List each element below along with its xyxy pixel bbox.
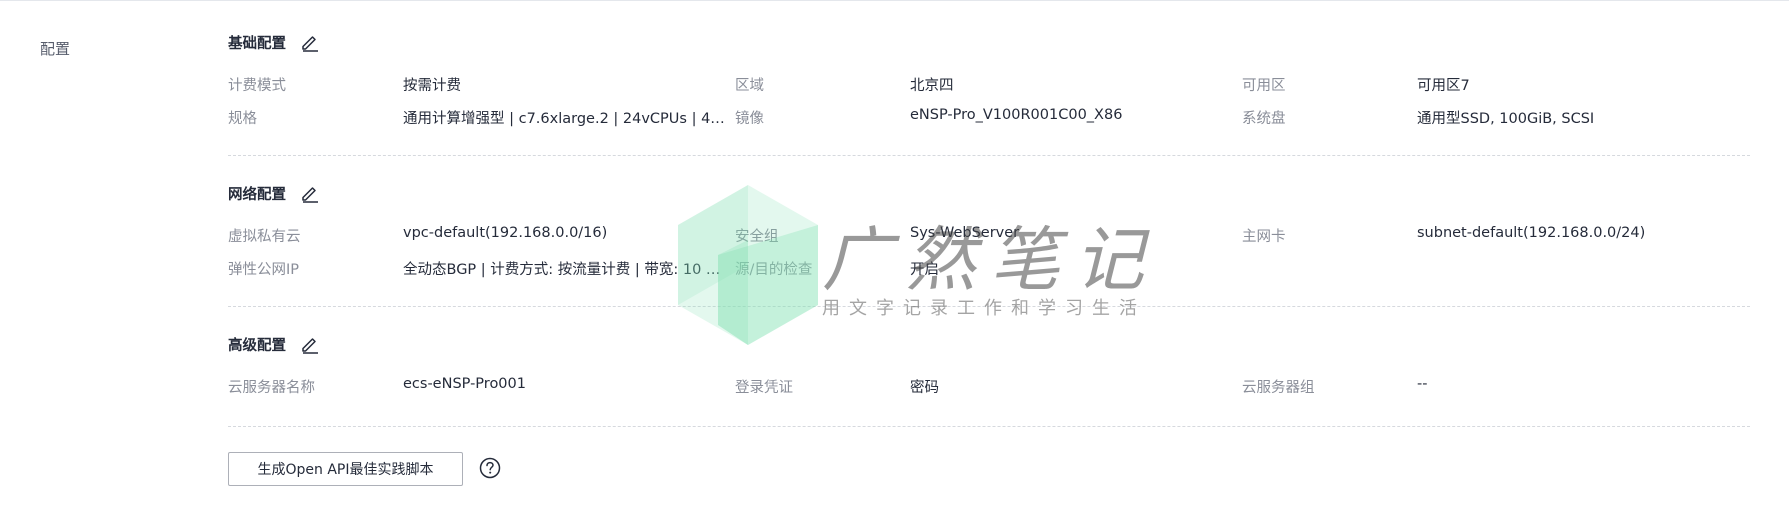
watermark-subtitle: 用文字记录工作和学习生活 (822, 298, 1146, 319)
info-row: 规格 通用计算增强型 | c7.6xlarge.2 | 24vCPUs | 48… (228, 107, 1750, 127)
section-basic-config: 基础配置 计费模式 按需计费 区域 北京四 可用区 可用区7 规格 通用计算增强… (228, 30, 1750, 128)
section-title-row: 网络配置 (228, 181, 1750, 205)
az-key: 可用区 (1242, 78, 1286, 94)
primary-nic-value: subnet-default(192.168.0.0/24) (1417, 225, 1646, 241)
section-title: 高级配置 (228, 337, 286, 354)
edit-pencil-icon[interactable] (300, 32, 320, 52)
az-value: 可用区7 (1417, 78, 1470, 94)
edit-pencil-icon[interactable] (300, 334, 320, 354)
info-row: 云服务器名称 ecs-eNSP-Pro001 登录凭证 密码 云服务器组 -- (228, 376, 1750, 396)
vpc-key: 虚拟私有云 (228, 229, 301, 245)
watermark-title: 广然笔记 (822, 219, 1158, 301)
server-name-value: ecs-eNSP-Pro001 (403, 376, 526, 392)
edit-pencil-icon[interactable] (300, 183, 320, 203)
eip-key: 弹性公网IP (228, 262, 300, 278)
section-divider (228, 155, 1750, 156)
section-title-row: 高级配置 (228, 332, 1750, 356)
server-group-value: -- (1417, 376, 1428, 392)
region-key: 区域 (735, 78, 764, 94)
section-advanced-config: 高级配置 云服务器名称 ecs-eNSP-Pro001 登录凭证 密码 云服务器… (228, 332, 1750, 397)
login-credential-value: 密码 (910, 380, 939, 396)
watermark-cube-logo (678, 185, 818, 345)
side-label-config: 配置 (40, 40, 71, 58)
disk-value: 通用型SSD, 100GiB, SCSI (1417, 111, 1595, 127)
section-divider (228, 426, 1750, 427)
flavor-value: 通用计算增强型 | c7.6xlarge.2 | 24vCPUs | 48… (403, 111, 728, 127)
help-circle-icon[interactable] (479, 457, 501, 479)
server-group-key: 云服务器组 (1242, 380, 1315, 396)
vpc-value: vpc-default(192.168.0.0/16) (403, 225, 608, 241)
flavor-key: 规格 (228, 111, 257, 127)
section-title: 基础配置 (228, 35, 286, 52)
image-key: 镜像 (735, 111, 764, 127)
section-title-row: 基础配置 (228, 30, 1750, 54)
top-border (0, 0, 1789, 1)
primary-nic-key: 主网卡 (1242, 229, 1286, 245)
disk-key: 系统盘 (1242, 111, 1286, 127)
image-value: eNSP-Pro_V100R001C00_X86 (910, 107, 1123, 123)
billing-mode-value: 按需计费 (403, 78, 461, 94)
generate-open-api-script-button[interactable]: 生成Open API最佳实践脚本 (228, 452, 463, 486)
region-value: 北京四 (910, 78, 954, 94)
login-credential-key: 登录凭证 (735, 380, 793, 396)
info-row: 计费模式 按需计费 区域 北京四 可用区 可用区7 (228, 74, 1750, 94)
server-name-key: 云服务器名称 (228, 380, 315, 396)
billing-mode-key: 计费模式 (228, 78, 286, 94)
section-network-config: 网络配置 虚拟私有云 vpc-default(192.168.0.0/16) 安… (228, 181, 1750, 279)
section-title: 网络配置 (228, 186, 286, 203)
